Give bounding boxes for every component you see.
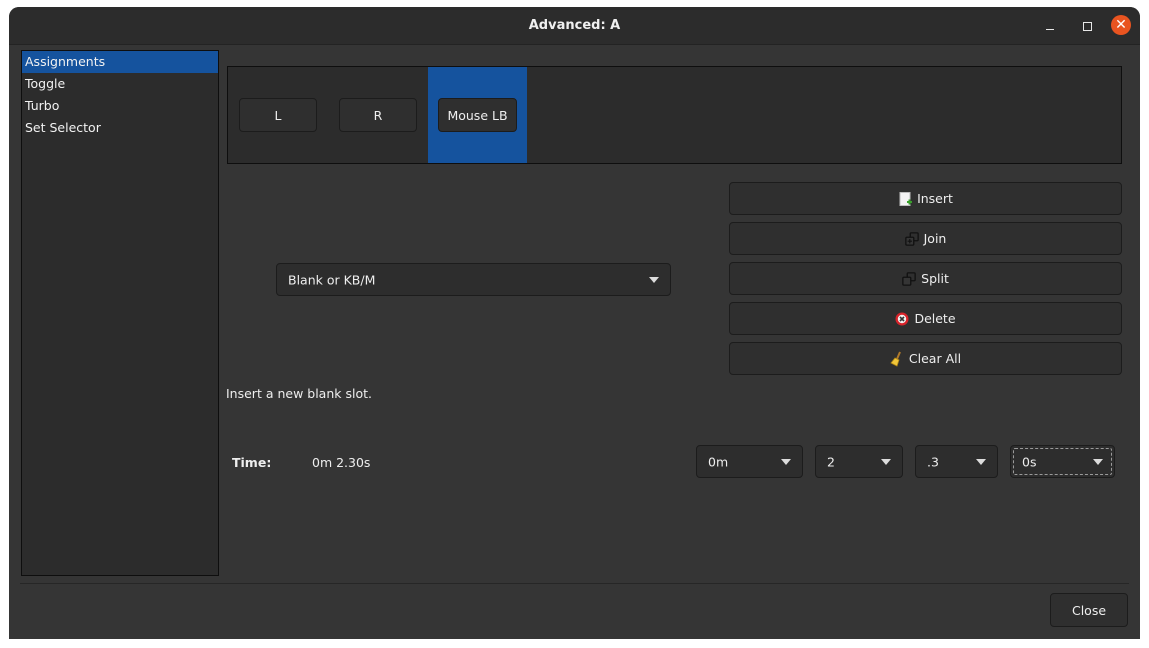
seconds-value: 2 <box>827 454 835 469</box>
maximize-icon <box>1082 21 1092 31</box>
chevron-down-icon <box>976 458 986 465</box>
delete-label: Delete <box>914 311 956 326</box>
insert-label: Insert <box>917 191 953 206</box>
delete-button[interactable]: Delete <box>729 302 1122 335</box>
time-value: 0m 2.30s <box>312 455 371 470</box>
slot-area: L R Mouse LB <box>227 66 1122 164</box>
slot-button-r[interactable]: R <box>339 98 417 132</box>
join-label: Join <box>923 231 947 246</box>
minimize-icon <box>1046 28 1054 30</box>
split-icon <box>902 271 916 286</box>
time-label: Time: <box>232 455 272 470</box>
minutes-dropdown[interactable]: 0m <box>696 445 803 478</box>
sidebar-item-set-selector[interactable]: Set Selector <box>22 117 218 139</box>
close-icon: ✕ <box>1115 17 1127 33</box>
slot-type-value: Blank or KB/M <box>288 272 376 287</box>
footer-separator <box>20 583 1129 584</box>
hint-text: Insert a new blank slot. <box>226 386 372 401</box>
slot-button-l[interactable]: L <box>239 98 317 132</box>
chevron-down-icon <box>649 276 659 283</box>
split-button[interactable]: Split <box>729 262 1122 295</box>
title-bar: Advanced: A ✕ <box>9 7 1140 45</box>
split-label: Split <box>921 271 949 286</box>
sidebar-list: Assignments Toggle Turbo Set Selector <box>21 50 219 576</box>
tenths-value: .3 <box>927 454 939 469</box>
delete-icon <box>895 312 909 326</box>
clear-all-label: Clear All <box>908 351 962 366</box>
minimize-button[interactable] <box>1040 16 1060 36</box>
sidebar-item-assignments[interactable]: Assignments <box>22 51 218 73</box>
maximize-button[interactable] <box>1077 16 1097 36</box>
tenths-dropdown[interactable]: .3 <box>915 445 998 478</box>
close-window-button[interactable]: ✕ <box>1111 15 1131 35</box>
broom-icon <box>890 351 904 367</box>
chevron-down-icon <box>1093 458 1103 465</box>
clear-all-button[interactable]: Clear All <box>729 342 1122 375</box>
minutes-value: 0m <box>708 454 729 469</box>
insert-button[interactable]: Insert <box>729 182 1122 215</box>
seconds-dropdown[interactable]: 2 <box>815 445 903 478</box>
advanced-dialog: Advanced: A ✕ Assignments Toggle Turbo S… <box>9 7 1140 639</box>
sidebar-item-toggle[interactable]: Toggle <box>22 73 218 95</box>
chevron-down-icon <box>781 458 791 465</box>
join-button[interactable]: Join <box>729 222 1122 255</box>
join-icon <box>904 231 919 246</box>
slot-button-mouse-lb[interactable]: Mouse LB <box>438 98 517 132</box>
close-button[interactable]: Close <box>1050 593 1128 627</box>
chevron-down-icon <box>881 458 891 465</box>
window-title: Advanced: A <box>528 18 621 33</box>
sidebar-item-turbo[interactable]: Turbo <box>22 95 218 117</box>
slot-type-dropdown[interactable]: Blank or KB/M <box>276 263 671 296</box>
document-new-icon <box>898 191 912 206</box>
hundredths-value: 0s <box>1022 454 1037 469</box>
hundredths-dropdown[interactable]: 0s <box>1010 445 1115 478</box>
